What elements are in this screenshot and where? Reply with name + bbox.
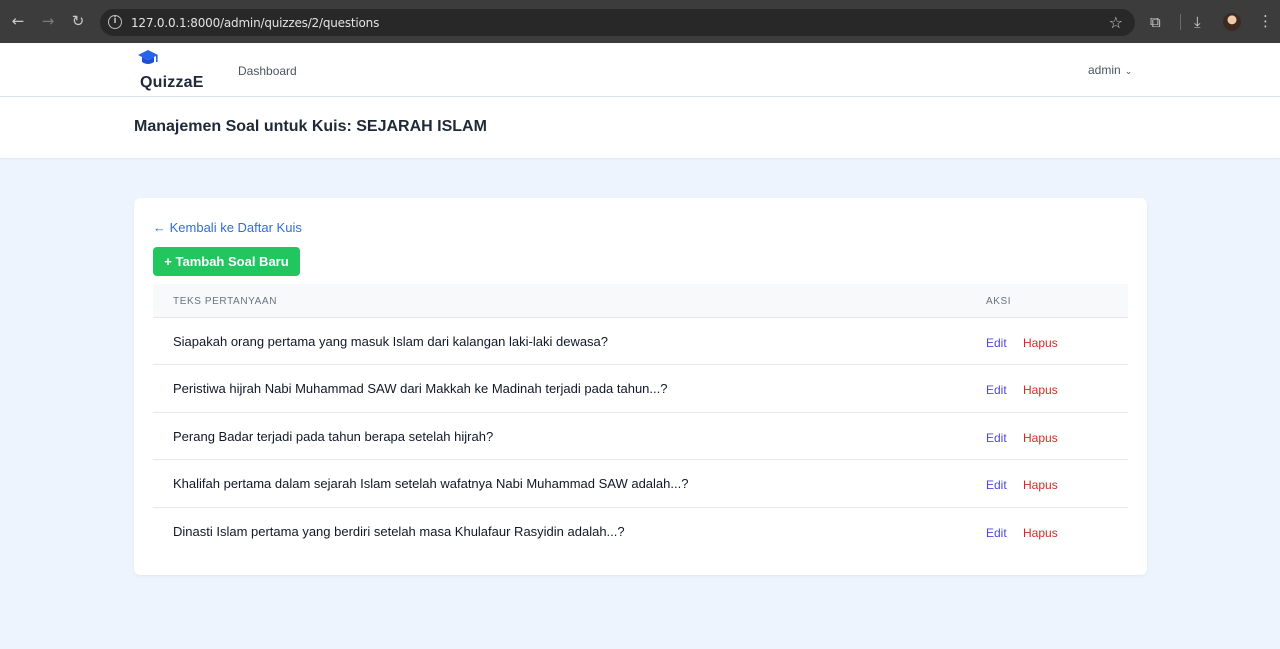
question-text: Dinasti Islam pertama yang berdiri setel… (173, 523, 625, 539)
browser-toolbar: ← → ↻ i 127.0.0.1:8000/admin/quizzes/2/q… (0, 0, 1280, 43)
back-to-quiz-list-link[interactable]: ← Kembali ke Daftar Kuis (153, 220, 302, 235)
user-name[interactable]: admin (1088, 63, 1121, 77)
table-header: TEKS PERTANYAAN AKSI (153, 284, 1128, 318)
user-dropdown[interactable]: admin ⌄ (1088, 63, 1132, 77)
table-row: Dinasti Islam pertama yang berdiri setel… (153, 508, 1128, 555)
delete-link[interactable]: Hapus (1023, 431, 1058, 445)
header-actions: AKSI (986, 296, 1012, 307)
table-row: Perang Badar terjadi pada tahun berapa s… (153, 413, 1128, 461)
delete-link[interactable]: Hapus (1023, 336, 1058, 350)
page-title: Manajemen Soal untuk Kuis: SEJARAH ISLAM (134, 118, 487, 135)
forward-arrow-icon[interactable]: → (39, 12, 57, 30)
question-text: Siapakah orang pertama yang masuk Islam … (173, 334, 609, 349)
extensions-icon[interactable]: ⧉ (1150, 13, 1161, 31)
table-row: Khalifah pertama dalam sejarah Islam set… (153, 460, 1128, 508)
profile-avatar[interactable] (1223, 13, 1241, 31)
edit-link[interactable]: Edit (986, 336, 1007, 350)
delete-link[interactable]: Hapus (1023, 526, 1058, 540)
address-bar[interactable]: i 127.0.0.1:8000/admin/quizzes/2/questio… (100, 9, 1135, 36)
table-row: Siapakah orang pertama yang masuk Islam … (153, 318, 1128, 366)
download-icon[interactable]: ⤓ (1194, 13, 1201, 31)
chevron-down-icon[interactable]: ⌄ (1125, 67, 1133, 77)
edit-link[interactable]: Edit (986, 526, 1007, 540)
question-text: Khalifah pertama dalam sejarah Islam set… (173, 476, 689, 492)
question-text: Peristiwa hijrah Nabi Muhammad SAW dari … (173, 381, 668, 397)
delete-link[interactable]: Hapus (1023, 383, 1058, 397)
nav-link-dashboard[interactable]: Dashboard (238, 64, 297, 78)
add-question-button[interactable]: + Tambah Soal Baru (153, 247, 300, 276)
site-info-icon[interactable]: i (108, 15, 122, 29)
back-arrow-icon[interactable]: ← (9, 12, 27, 30)
edit-link[interactable]: Edit (986, 478, 1007, 492)
toolbar-divider (1180, 14, 1181, 30)
brand-name[interactable]: QuizzaE (140, 74, 204, 92)
question-text: Perang Badar terjadi pada tahun berapa s… (173, 428, 494, 444)
header-question-text: TEKS PERTANYAAN (173, 296, 278, 307)
url-text[interactable]: 127.0.0.1:8000/admin/quizzes/2/questions (131, 16, 379, 30)
reload-icon[interactable]: ↻ (69, 12, 87, 30)
bookmark-star-icon[interactable]: ☆ (1109, 13, 1123, 32)
kebab-menu-icon[interactable]: ⋮ (1258, 12, 1273, 30)
questions-table: TEKS PERTANYAAN AKSI Siapakah orang pert… (153, 284, 1128, 555)
graduation-cap-icon[interactable] (137, 48, 159, 70)
delete-link[interactable]: Hapus (1023, 478, 1058, 492)
edit-link[interactable]: Edit (986, 431, 1007, 445)
table-row: Peristiwa hijrah Nabi Muhammad SAW dari … (153, 365, 1128, 413)
edit-link[interactable]: Edit (986, 383, 1007, 397)
